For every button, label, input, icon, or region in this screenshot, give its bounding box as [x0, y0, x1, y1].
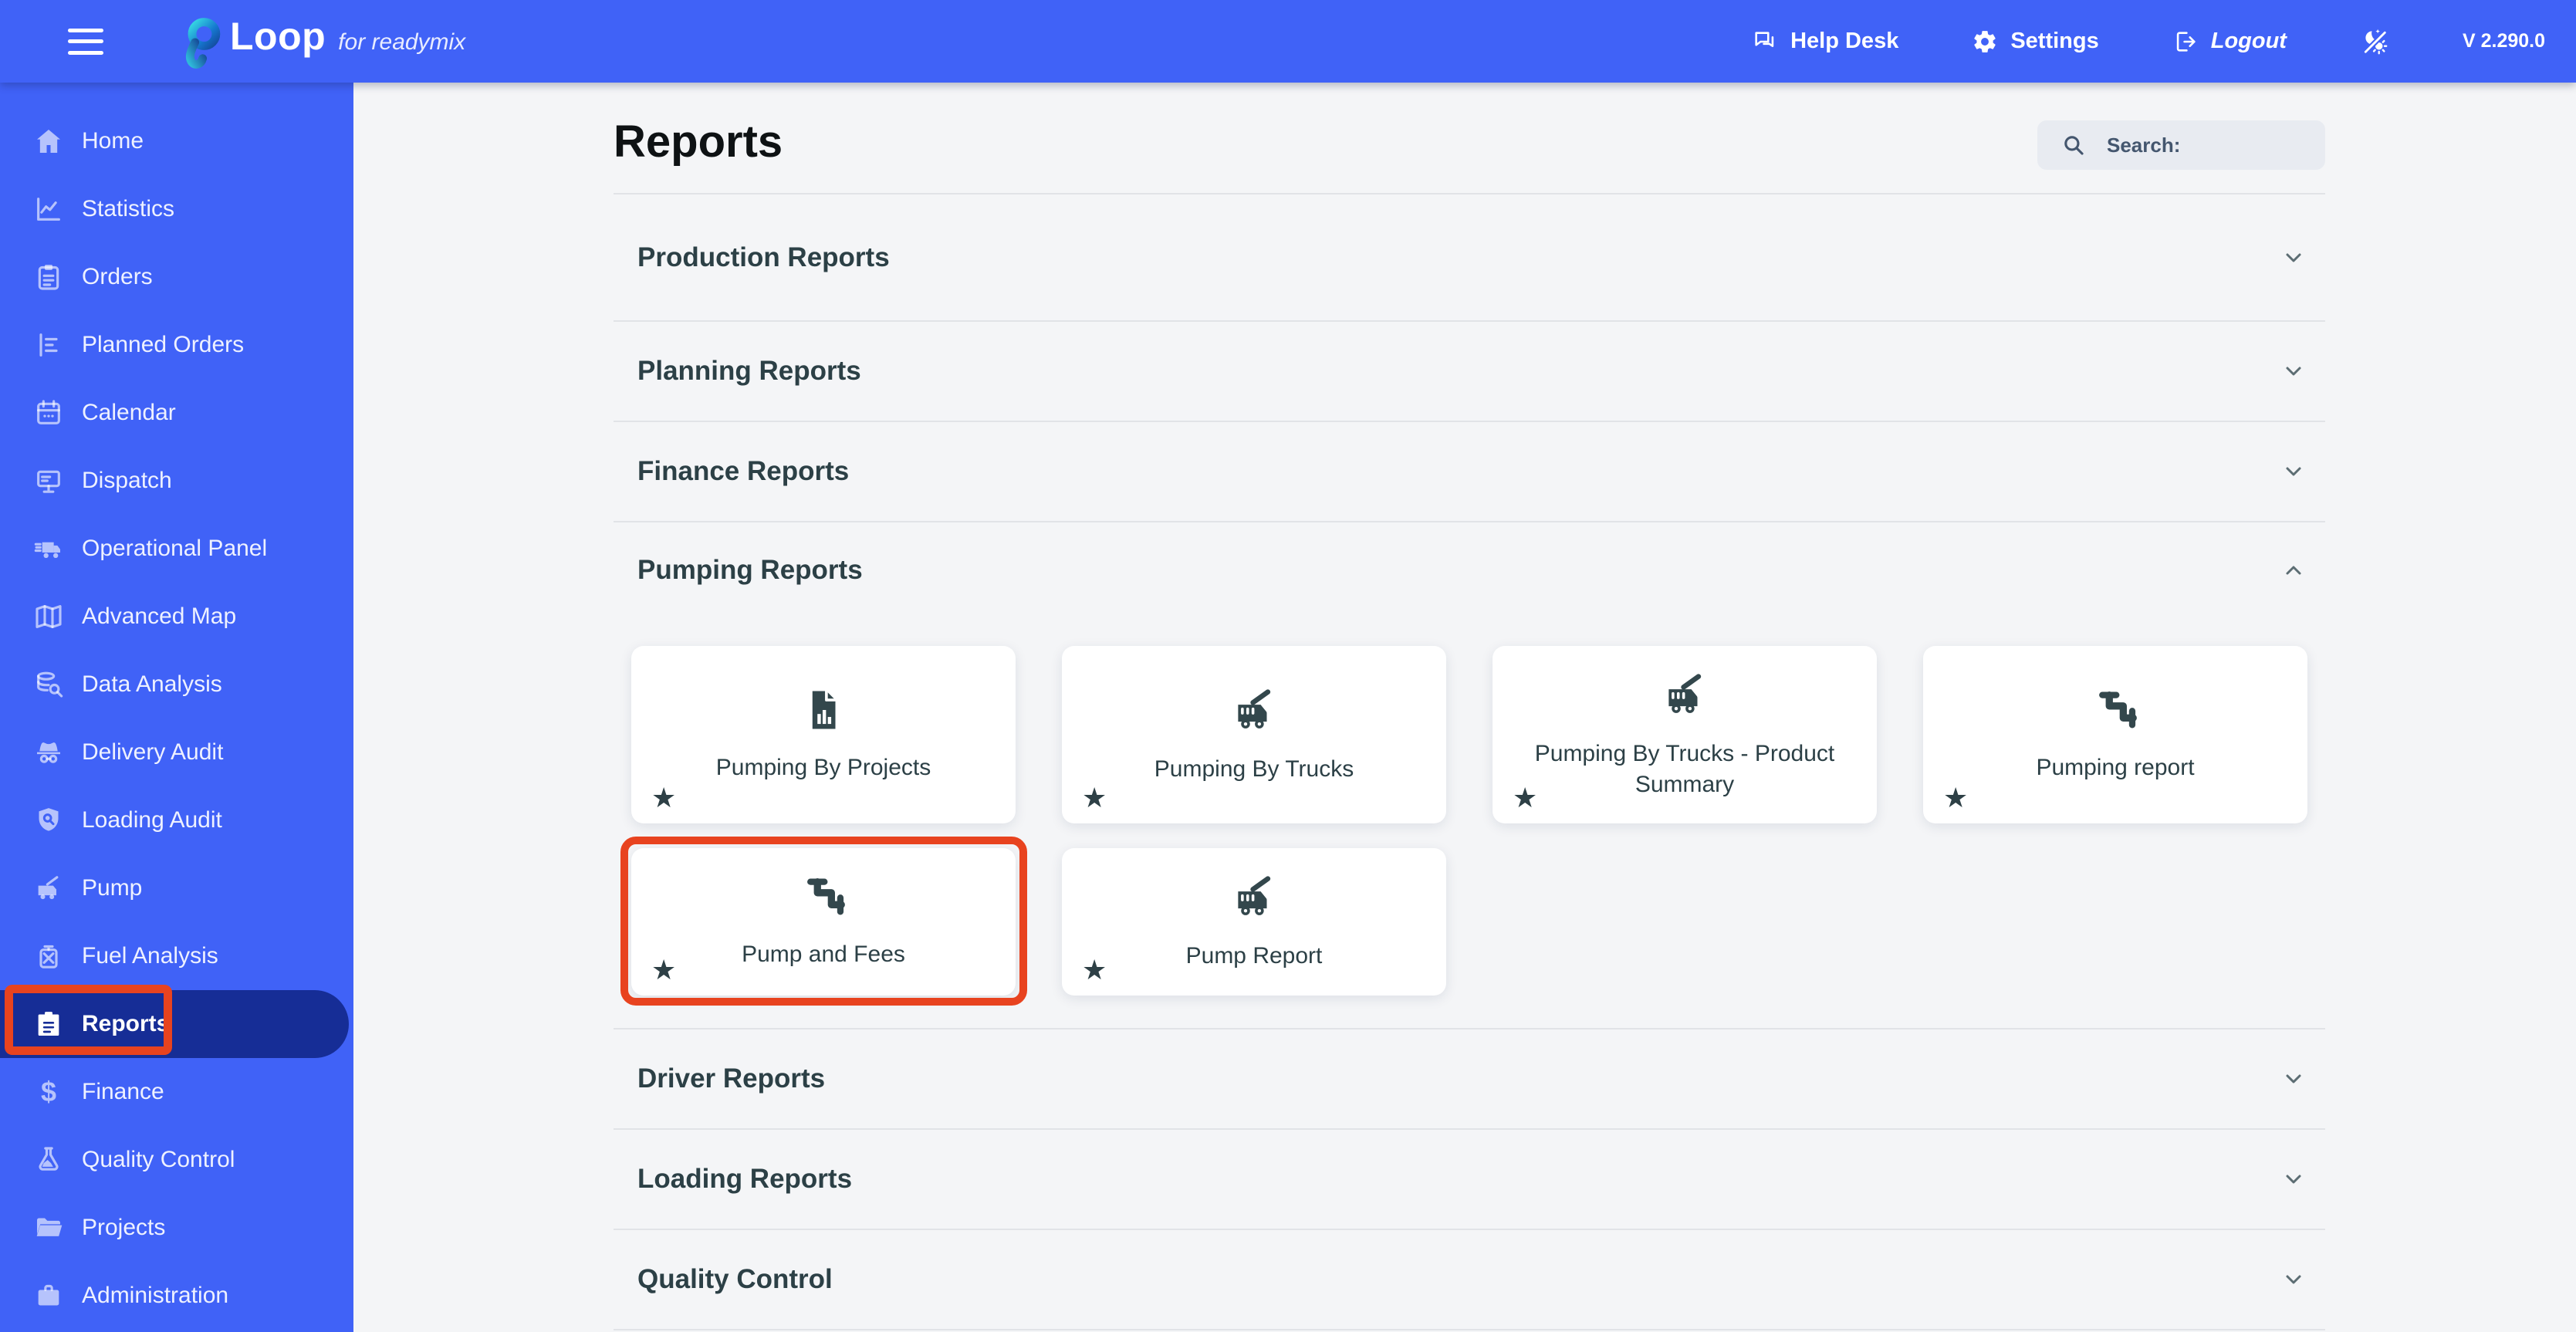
section-driver-reports[interactable]: Driver Reports [614, 1029, 2325, 1130]
card-pumping-by-trucks-product-summary[interactable]: Pumping By Trucks - Product Summary ★ [1493, 646, 1877, 823]
sidebar-item-orders[interactable]: Orders [0, 243, 353, 311]
sidebar-item-administration[interactable]: Administration [0, 1262, 353, 1330]
sidebar-item-reports[interactable]: Reports [0, 990, 349, 1058]
pipe-icon [800, 873, 847, 921]
favorite-star-icon[interactable]: ★ [651, 954, 676, 986]
theme-toggle-icon [2360, 27, 2389, 56]
section-production-reports[interactable]: Production Reports [614, 194, 2325, 322]
sidebar-item-fuel-analysis[interactable]: Fuel Analysis [0, 922, 353, 990]
file-chart-icon [800, 686, 847, 734]
line-chart-icon [31, 191, 66, 227]
folder-icon [31, 1210, 66, 1246]
sidebar-item-projects[interactable]: Projects [0, 1194, 353, 1262]
favorite-star-icon[interactable]: ★ [651, 782, 676, 814]
sidebar-item-data-analysis[interactable]: Data Analysis [0, 651, 353, 718]
chevron-down-icon [2280, 244, 2307, 272]
shield-search-icon [31, 803, 66, 838]
logout-icon [2172, 29, 2199, 55]
database-search-icon [31, 667, 66, 702]
favorite-star-icon[interactable]: ★ [1943, 782, 1968, 814]
page-header: Reports Search: [614, 83, 2325, 194]
gear-icon [1972, 29, 1998, 55]
sidebar-nav: Home Statistics Orders Planned Orders Ca… [0, 83, 353, 1332]
chevron-down-icon [2280, 1266, 2307, 1293]
brand-logo: Loop for readymix [177, 14, 465, 69]
pump-truck-icon [1229, 871, 1280, 922]
card-pumping-by-projects[interactable]: Pumping By Projects ★ [631, 646, 1016, 823]
sidebar-item-advanced-map[interactable]: Advanced Map [0, 583, 353, 651]
menu-icon[interactable] [68, 28, 103, 55]
main-content: Reports Search: Production Reports Plann… [353, 83, 2576, 1332]
card-pump-report[interactable]: Pump Report ★ [1062, 848, 1446, 996]
chevron-down-icon [2280, 1165, 2307, 1193]
truck-fast-icon [31, 531, 66, 566]
chat-icon [1752, 29, 1778, 55]
section-planning-reports[interactable]: Planning Reports [614, 322, 2325, 422]
logout-button[interactable]: Logout [2172, 29, 2287, 55]
sidebar-item-pump[interactable]: Pump [0, 854, 353, 922]
loop-logo-icon [185, 17, 221, 69]
help-desk-label: Help Desk [1790, 29, 1899, 53]
clipboard-icon [31, 259, 66, 295]
pump-truck-icon [31, 871, 66, 906]
brand-tagline: for readymix [338, 29, 466, 55]
search-icon [2064, 136, 2084, 155]
sidebar-item-planned-orders[interactable]: Planned Orders [0, 311, 353, 379]
briefcase-icon [31, 1278, 66, 1313]
sidebar-item-loading-audit[interactable]: Loading Audit [0, 786, 353, 854]
chevron-down-icon [2280, 1065, 2307, 1093]
brand-name: Loop [230, 14, 326, 58]
card-pumping-by-trucks[interactable]: Pumping By Trucks ★ [1062, 646, 1446, 823]
section-loading-reports[interactable]: Loading Reports [614, 1130, 2325, 1230]
favorite-star-icon[interactable]: ★ [1513, 782, 1537, 814]
search-input[interactable]: Search: [2037, 120, 2325, 170]
pumping-reports-cards: Pumping By Projects ★ Pumping By Trucks … [614, 617, 2325, 1029]
incognito-icon [31, 735, 66, 770]
favorite-star-icon[interactable]: ★ [1082, 954, 1107, 986]
theme-toggle-button[interactable] [2360, 27, 2389, 56]
sidebar-item-delivery-audit[interactable]: Delivery Audit [0, 718, 353, 786]
section-finance-reports[interactable]: Finance Reports [614, 422, 2325, 522]
pump-truck-icon [1229, 685, 1280, 735]
map-icon [31, 599, 66, 634]
sidebar-item-calendar[interactable]: Calendar [0, 379, 353, 447]
fuel-can-icon [31, 938, 66, 974]
card-pumping-report[interactable]: Pumping report ★ [1923, 646, 2307, 823]
settings-button[interactable]: Settings [1972, 29, 2099, 55]
chevron-down-icon [2280, 357, 2307, 385]
home-icon [31, 123, 66, 159]
sidebar-item-finance[interactable]: $ Finance [0, 1058, 353, 1126]
report-clipboard-icon [31, 1006, 66, 1042]
version-label: V 2.290.0 [2462, 30, 2545, 52]
top-bar: Loop for readymix Help Desk Settings Log… [0, 0, 2576, 83]
settings-label: Settings [2010, 29, 2099, 53]
sidebar-item-quality-control[interactable]: Quality Control [0, 1126, 353, 1194]
calendar-icon [31, 395, 66, 431]
pipe-icon [2091, 686, 2139, 734]
topbar-actions: Help Desk Settings Logout V 2.290.0 [1752, 27, 2576, 56]
sidebar-item-dispatch[interactable]: Dispatch [0, 447, 353, 515]
planned-list-icon [31, 327, 66, 363]
chevron-down-icon [2280, 458, 2307, 485]
sidebar-item-statistics[interactable]: Statistics [0, 175, 353, 243]
section-pumping-reports[interactable]: Pumping Reports [614, 522, 2325, 617]
page-title: Reports [614, 117, 783, 167]
dollar-icon: $ [40, 1076, 57, 1107]
help-desk-button[interactable]: Help Desk [1752, 29, 1898, 55]
chevron-up-icon [2280, 556, 2307, 584]
search-placeholder: Search: [2107, 133, 2181, 157]
pump-truck-icon [1659, 669, 1710, 720]
flask-icon [31, 1142, 66, 1178]
section-quality-control[interactable]: Quality Control [614, 1230, 2325, 1330]
logout-label: Logout [2210, 29, 2287, 53]
favorite-star-icon[interactable]: ★ [1082, 782, 1107, 814]
sidebar-item-operational-panel[interactable]: Operational Panel [0, 515, 353, 583]
monitor-icon [31, 463, 66, 499]
sidebar-item-home[interactable]: Home [0, 107, 353, 175]
card-pump-and-fees[interactable]: Pump and Fees ★ [620, 837, 1027, 1006]
